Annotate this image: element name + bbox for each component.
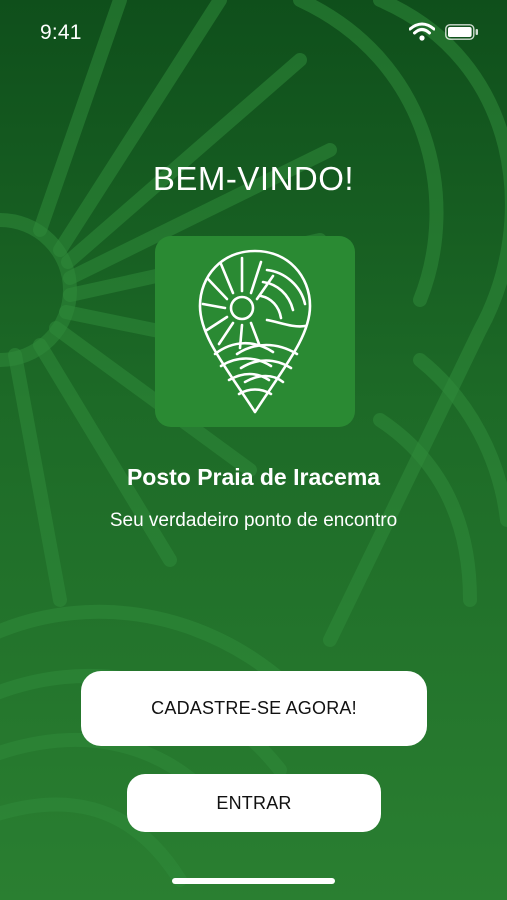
status-time: 9:41: [40, 21, 82, 44]
app-logo: [155, 236, 355, 427]
welcome-heading: BEM-VINDO!: [152, 160, 355, 197]
wifi-icon: [409, 22, 435, 41]
home-indicator[interactable]: [172, 878, 335, 884]
status-bar: 9:41: [0, 0, 507, 64]
register-button[interactable]: CADASTRE-SE AGORA!: [81, 671, 427, 746]
map-pin-sun-waves-icon: [198, 249, 312, 414]
welcome-screen: 9:41 BEM-VINDO! Posto Praia de Iracema S…: [0, 0, 507, 900]
battery-icon: [445, 24, 478, 40]
brand-name: Posto Praia de Iracema: [126, 464, 381, 490]
login-button[interactable]: ENTRAR: [127, 774, 381, 832]
brand-tagline: Seu verdadeiro ponto de encontro: [109, 510, 398, 531]
background-pattern: [0, 0, 507, 887]
